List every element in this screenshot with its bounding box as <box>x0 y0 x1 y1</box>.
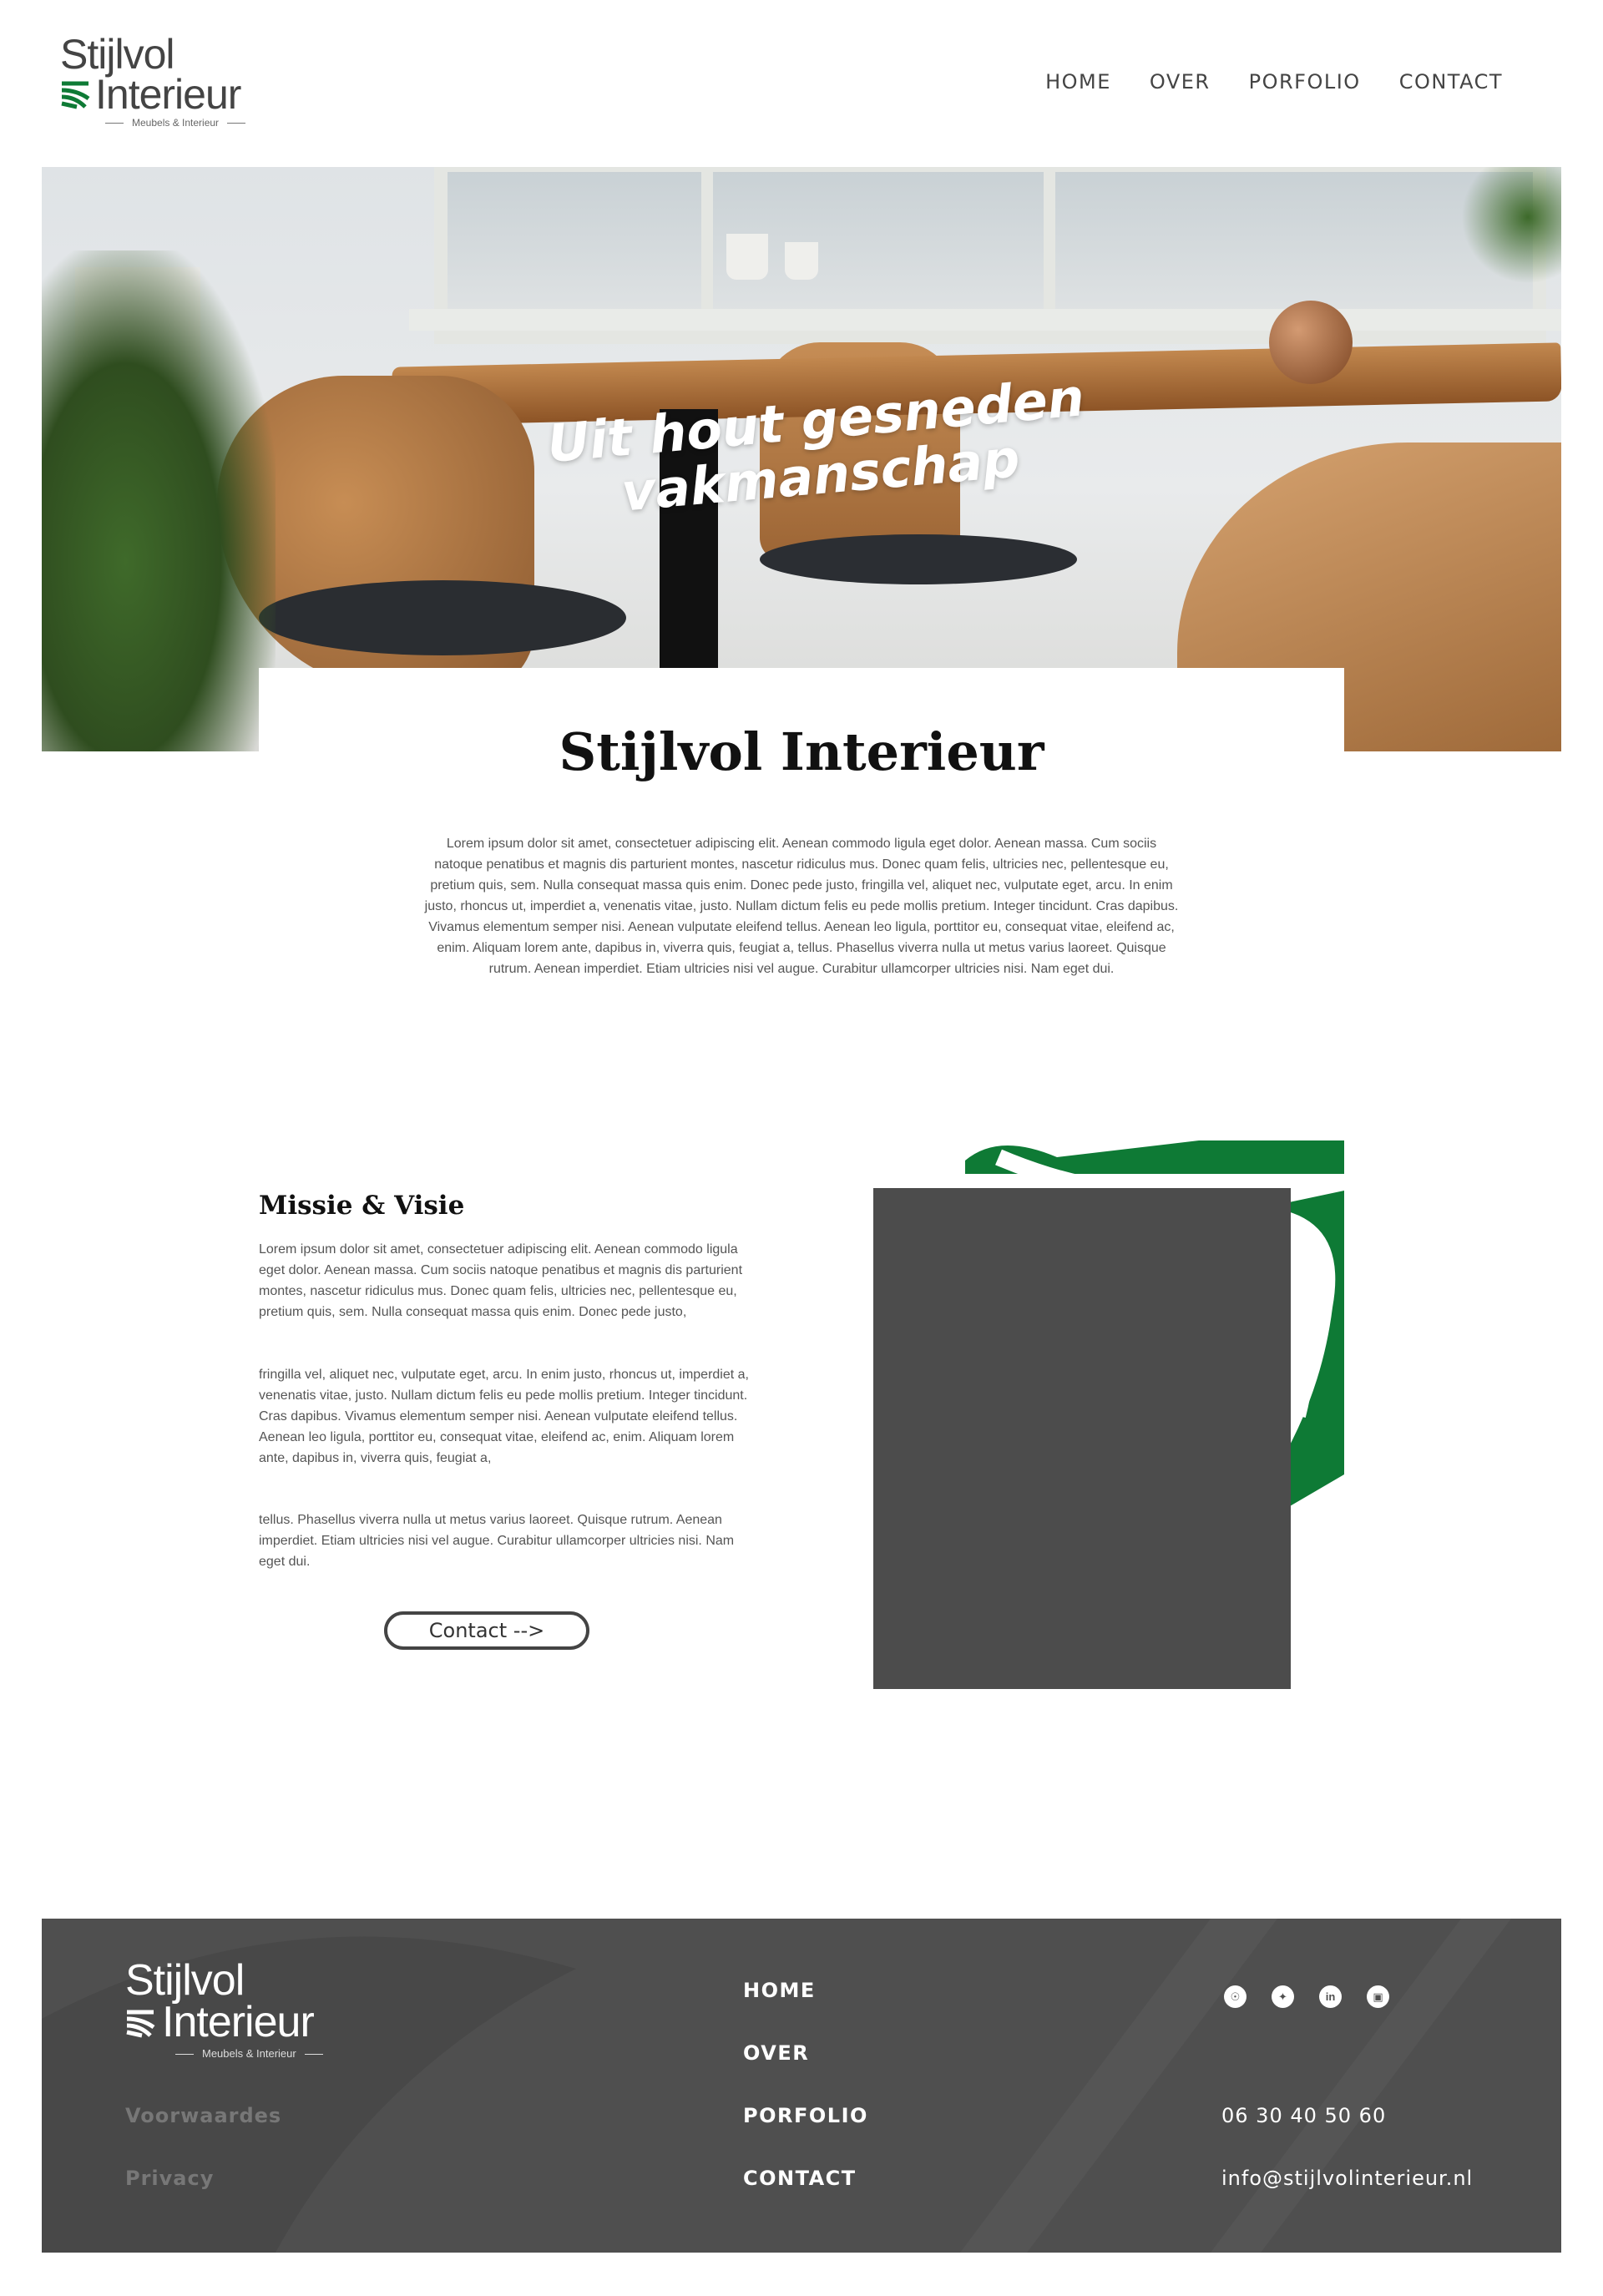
footer-logo-word-2: Interieur <box>162 1998 315 2046</box>
hero-plant <box>1461 167 1561 284</box>
hero-chair-seat <box>760 534 1077 584</box>
mission-paragraph: tellus. Phasellus viverra nulla ut metus… <box>259 1513 735 1569</box>
mission-paragraph: fringilla vel, aliquet nec, vulputate eg… <box>259 1368 749 1465</box>
intro-card: Stijlvol Interieur Lorem ipsum dolor sit… <box>259 668 1344 1019</box>
twitter-icon[interactable]: ✦ <box>1272 1985 1294 2008</box>
contact-button[interactable]: Contact --> <box>384 1611 589 1650</box>
hero-copper-watering-can <box>1269 301 1353 384</box>
instagram-icon[interactable]: ▣ <box>1367 1985 1389 2008</box>
footer-nav-over[interactable]: OVER <box>743 2041 809 2065</box>
hero-banner: Uit hout gesneden vakmanschap <box>42 167 1561 751</box>
logo-wood-mark-icon <box>126 2010 155 2038</box>
hero-plant-left <box>42 250 276 751</box>
social-links: ☉ ✦ in ▣ <box>1224 1985 1389 2008</box>
hero-plant-pot <box>726 234 768 280</box>
site-logo[interactable]: Stijlvol Interieur Meubels & Interieur <box>60 33 260 134</box>
footer-link-privacy[interactable]: Privacy <box>125 2167 214 2190</box>
hero-chair-seat <box>259 580 626 655</box>
site-header: Stijlvol Interieur Meubels & Interieur H… <box>0 0 1603 167</box>
hero-window-sill <box>409 309 1561 331</box>
footer-phone[interactable]: 06 30 40 50 60 <box>1221 2104 1386 2127</box>
footer-email[interactable]: info@stijlvolinterieur.nl <box>1221 2167 1473 2190</box>
footer-nav-home[interactable]: HOME <box>743 1979 816 2002</box>
mission-paragraph: Lorem ipsum dolor sit amet, consectetuer… <box>259 1242 743 1319</box>
intro-title: Stijlvol Interieur <box>559 721 1044 782</box>
site-footer: Stijlvol Interieur Meubels & Interieur V… <box>42 1919 1561 2253</box>
footer-logo-word-1: Stijlvol <box>125 1956 245 2005</box>
nav-contact[interactable]: CONTACT <box>1399 70 1503 94</box>
hero-window-mullion <box>1044 167 1055 317</box>
linkedin-icon[interactable]: in <box>1319 1985 1342 2008</box>
hero-window-mullion <box>701 167 713 317</box>
footer-logo[interactable]: Stijlvol Interieur Meubels & Interieur <box>125 1956 342 2060</box>
logo-word-2: Interieur <box>95 71 241 118</box>
logo-tagline: Meubels & Interieur <box>97 117 254 129</box>
mission-artwork <box>873 1140 1344 1692</box>
footer-logo-tagline: Meubels & Interieur <box>167 2047 331 2060</box>
nav-over[interactable]: OVER <box>1150 70 1211 94</box>
logo-word-1: Stijlvol <box>60 31 174 78</box>
nav-portfolio[interactable]: PORFOLIO <box>1249 70 1361 94</box>
logo-wood-mark-icon <box>61 81 90 109</box>
intro-text: Lorem ipsum dolor sit amet, consectetuer… <box>424 837 1179 976</box>
main-nav: HOME OVER PORFOLIO CONTACT <box>1045 70 1503 94</box>
hero-plant-pot <box>785 242 818 280</box>
footer-nav-contact[interactable]: CONTACT <box>743 2167 857 2190</box>
snapchat-icon[interactable]: ☉ <box>1224 1985 1246 2008</box>
footer-nav-portfolio[interactable]: PORFOLIO <box>743 2104 868 2127</box>
nav-home[interactable]: HOME <box>1045 70 1111 94</box>
footer-link-voorwaardes[interactable]: Voorwaardes <box>125 2104 281 2127</box>
mission-title: Missie & Visie <box>259 1191 465 1221</box>
image-placeholder <box>873 1188 1291 1689</box>
